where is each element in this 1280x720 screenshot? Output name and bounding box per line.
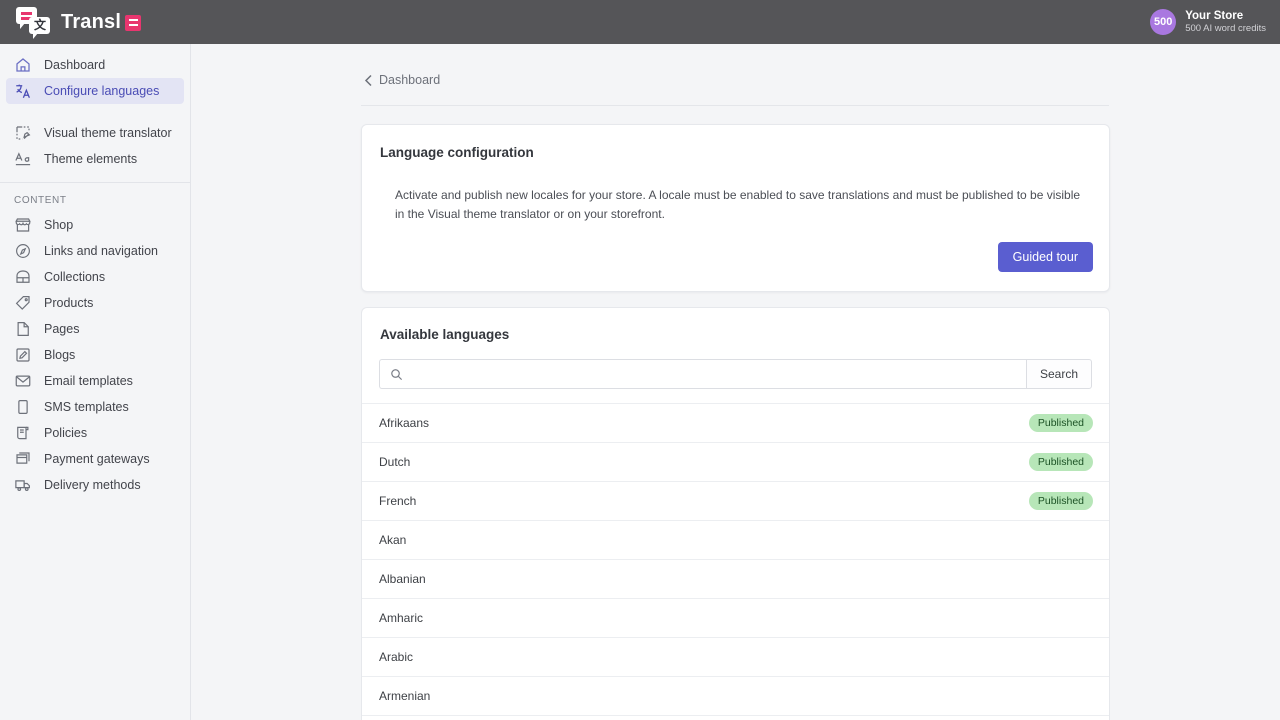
sidebar-item-collections[interactable]: Collections: [6, 264, 184, 290]
sidebar-item-theme-elements[interactable]: Theme elements: [6, 146, 184, 172]
collections-icon: [14, 268, 32, 286]
store-icon: [14, 216, 32, 234]
table-row[interactable]: Amharic: [362, 598, 1109, 637]
chevron-left-icon: [364, 74, 373, 87]
language-name: Dutch: [379, 455, 410, 469]
configuration-description: Activate and publish new locales for you…: [362, 160, 1109, 224]
truck-icon: [14, 476, 32, 494]
sidebar-item-label: Shop: [44, 218, 73, 232]
sidebar-item-label: Policies: [44, 426, 87, 440]
sidebar-item-label: Email templates: [44, 374, 133, 388]
sidebar: Dashboard Configure languages Visual the…: [0, 44, 191, 720]
theme-edit-icon: [14, 124, 32, 142]
language-name: Arabic: [379, 650, 413, 664]
sidebar-item-label: Links and navigation: [44, 244, 158, 258]
breadcrumb-divider: [361, 105, 1109, 106]
sidebar-item-label: Pages: [44, 322, 79, 336]
sidebar-item-email-templates[interactable]: Email templates: [6, 368, 184, 394]
table-row[interactable]: French Published: [362, 481, 1109, 520]
tag-icon: [14, 294, 32, 312]
card-actions: Guided tour: [362, 224, 1109, 291]
available-languages-title: Available languages: [362, 308, 1109, 342]
guided-tour-button[interactable]: Guided tour: [998, 242, 1093, 272]
sidebar-item-label: Dashboard: [44, 58, 105, 72]
breadcrumb-label: Dashboard: [379, 73, 440, 87]
sidebar-item-pages[interactable]: Pages: [6, 316, 184, 342]
store-name: Your Store: [1185, 9, 1266, 23]
credits-badge: 500: [1150, 9, 1176, 35]
app-brand[interactable]: 文 Transl: [16, 7, 141, 37]
table-row[interactable]: Arabic: [362, 637, 1109, 676]
sidebar-item-label: Theme elements: [44, 152, 137, 166]
search-input[interactable]: [411, 367, 1026, 381]
table-row[interactable]: Armenian: [362, 676, 1109, 715]
search-button[interactable]: Search: [1026, 359, 1092, 389]
envelope-icon: [14, 372, 32, 390]
search-row: Search: [379, 359, 1092, 389]
sidebar-item-label: Products: [44, 296, 93, 310]
sidebar-item-label: SMS templates: [44, 400, 129, 414]
status-badge: Published: [1029, 414, 1093, 432]
sidebar-item-configure-languages[interactable]: Configure languages: [6, 78, 184, 104]
sidebar-item-label: Delivery methods: [44, 478, 141, 492]
store-account[interactable]: 500 Your Store 500 AI word credits: [1150, 9, 1266, 35]
blog-pencil-icon: [14, 346, 32, 364]
sidebar-section-content: CONTENT: [0, 183, 190, 212]
language-name: Albanian: [379, 572, 426, 586]
sidebar-item-products[interactable]: Products: [6, 290, 184, 316]
brand-name: Transl: [61, 11, 141, 34]
sidebar-item-label: Visual theme translator: [44, 126, 172, 140]
typography-icon: [14, 150, 32, 168]
sidebar-item-label: Blogs: [44, 348, 75, 362]
table-row[interactable]: Assamese: [362, 715, 1109, 720]
language-name: Afrikaans: [379, 416, 429, 430]
sidebar-item-label: Configure languages: [44, 84, 159, 98]
sidebar-item-links-and-navigation[interactable]: Links and navigation: [6, 238, 184, 264]
sidebar-item-label: Payment gateways: [44, 452, 150, 466]
sidebar-item-label: Collections: [44, 270, 105, 284]
sidebar-item-sms-templates[interactable]: SMS templates: [6, 394, 184, 420]
brand-name-text: Transl: [61, 11, 121, 34]
status-badge: Published: [1029, 492, 1093, 510]
brand-box-icon: [125, 15, 141, 31]
breadcrumb[interactable]: Dashboard: [364, 73, 440, 87]
table-row[interactable]: Albanian: [362, 559, 1109, 598]
page-title: Language configuration: [362, 125, 1109, 160]
compass-icon: [14, 242, 32, 260]
top-bar: 文 Transl 500 Your Store 500 AI word cred…: [0, 0, 1280, 44]
translate-icon: [14, 82, 32, 100]
language-name: Amharic: [379, 611, 423, 625]
sidebar-item-visual-theme-translator[interactable]: Visual theme translator: [6, 120, 184, 146]
table-row[interactable]: Dutch Published: [362, 442, 1109, 481]
store-credits-label: 500 AI word credits: [1185, 23, 1266, 35]
phone-icon: [14, 398, 32, 416]
home-icon: [14, 56, 32, 74]
sidebar-item-policies[interactable]: Policies: [6, 420, 184, 446]
search-field[interactable]: [379, 359, 1026, 389]
sidebar-item-dashboard[interactable]: Dashboard: [6, 52, 184, 78]
status-badge: Published: [1029, 453, 1093, 471]
sidebar-item-blogs[interactable]: Blogs: [6, 342, 184, 368]
sidebar-item-delivery-methods[interactable]: Delivery methods: [6, 472, 184, 498]
table-row[interactable]: Akan: [362, 520, 1109, 559]
language-name: French: [379, 494, 416, 508]
language-name: Armenian: [379, 689, 430, 703]
available-languages-card: Available languages Search Afrikaans Pub…: [361, 307, 1110, 720]
language-name: Akan: [379, 533, 406, 547]
main-content: Dashboard Language configuration Activat…: [191, 44, 1280, 720]
sidebar-item-shop[interactable]: Shop: [6, 212, 184, 238]
payment-card-icon: [14, 450, 32, 468]
scroll-icon: [14, 424, 32, 442]
sidebar-item-payment-gateways[interactable]: Payment gateways: [6, 446, 184, 472]
language-list: Afrikaans Published Dutch Published Fren…: [362, 403, 1109, 720]
page-icon: [14, 320, 32, 338]
table-row[interactable]: Afrikaans Published: [362, 403, 1109, 442]
search-icon: [390, 368, 403, 381]
language-configuration-card: Language configuration Activate and publ…: [361, 124, 1110, 292]
nav-spacer: [0, 104, 190, 120]
translate-bubbles-logo: 文: [16, 7, 52, 37]
